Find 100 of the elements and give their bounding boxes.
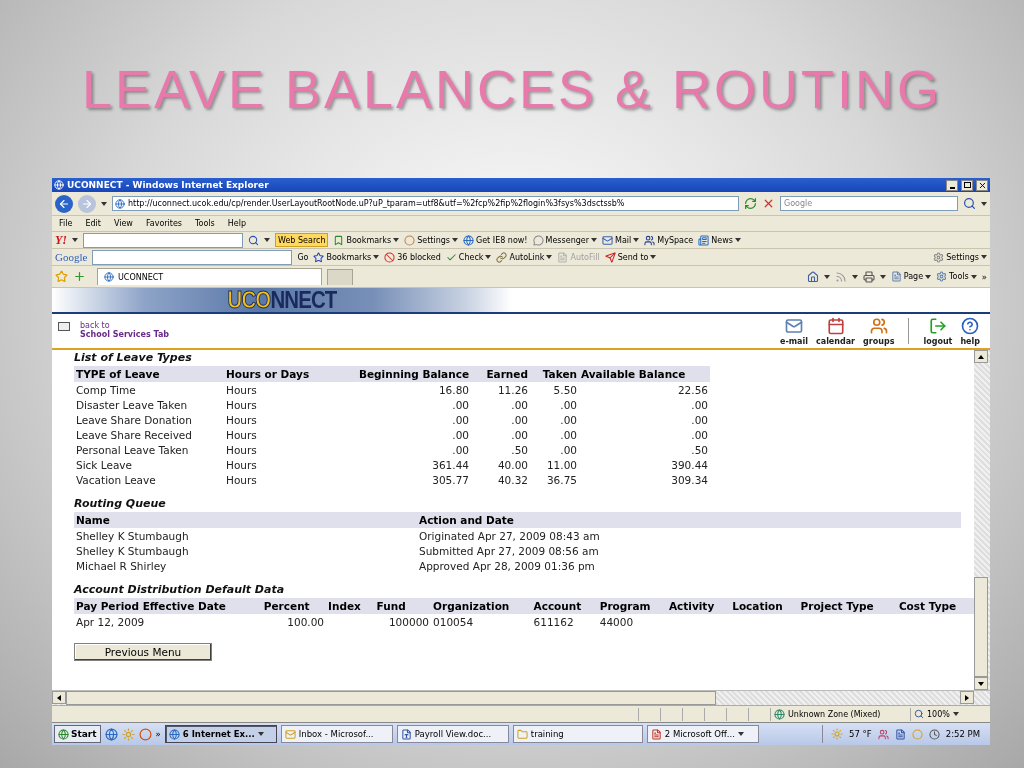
more-icons-button[interactable]: » (155, 729, 161, 739)
caret-icon[interactable] (72, 238, 78, 242)
gear-icon[interactable] (936, 271, 948, 282)
toolbar-item[interactable]: MySpace (657, 235, 694, 245)
bookmark-icon[interactable] (333, 234, 345, 246)
menu-item[interactable]: File (55, 219, 77, 228)
refresh-icon[interactable] (744, 197, 757, 210)
start-button[interactable]: Start (54, 725, 101, 743)
taskbar-button[interactable]: 6 Internet Ex... (164, 725, 277, 743)
address-field[interactable]: http://uconnect.ucok.edu/cp/render.UserLayoutRootNode.uP?uP_tparam=utf8&utf=%2fcp%2fip%2flogin%3fsys%3dsctssb% (112, 196, 739, 211)
toolbar-item[interactable]: Mail (615, 235, 640, 245)
nav-link[interactable]: logout (919, 316, 957, 346)
gear-icon[interactable] (933, 251, 945, 263)
blocked-icon[interactable] (384, 251, 396, 263)
toolbar-item[interactable]: 36 blocked (397, 252, 441, 262)
browser-icon[interactable] (104, 727, 118, 741)
home-icon[interactable] (806, 270, 819, 283)
close-button[interactable] (976, 179, 988, 191)
column-header: Index (326, 598, 375, 614)
google-search-field[interactable] (92, 249, 293, 265)
star-icon[interactable] (313, 251, 325, 263)
menu-item[interactable]: View (109, 219, 137, 228)
caret-icon[interactable] (981, 201, 987, 206)
tray-clock-icon[interactable] (928, 728, 940, 740)
caret-icon[interactable] (981, 255, 987, 259)
search-field[interactable]: Google (780, 196, 958, 211)
chat-icon[interactable] (532, 234, 544, 246)
toolbar-item[interactable]: News (711, 235, 741, 245)
back-button[interactable] (55, 194, 73, 213)
section-title: Routing Queue (74, 497, 167, 510)
taskbar-button[interactable]: Payroll View.doc... (396, 725, 509, 743)
taskbar-button[interactable]: 2 Microsoft Off... (646, 725, 759, 743)
link-icon[interactable] (496, 251, 508, 263)
toolbar-item[interactable]: Send to (617, 252, 657, 262)
table-cell-text: .00 (559, 412, 578, 427)
toolbar-item[interactable]: Bookmarks (346, 235, 400, 245)
menu-item[interactable]: Edit (81, 219, 105, 228)
print-icon[interactable] (862, 270, 875, 283)
send-icon[interactable] (604, 251, 616, 263)
nav-link[interactable]: calendar (812, 316, 860, 346)
vertical-scrollbar[interactable] (974, 350, 990, 690)
caret-icon[interactable] (851, 274, 858, 279)
caret-icon[interactable] (925, 274, 932, 279)
nav-link[interactable]: groups (859, 316, 899, 346)
yahoo-logo[interactable]: Y! (55, 232, 67, 248)
horizontal-scrollbar[interactable] (52, 690, 990, 705)
taskbar-button[interactable]: Inbox - Microsof... (280, 725, 393, 743)
people-icon[interactable] (644, 234, 656, 246)
caret-icon[interactable] (970, 274, 977, 279)
table-cell-text: .00 (559, 442, 578, 457)
toolbar-item[interactable]: Settings (417, 235, 458, 245)
menu-item[interactable]: Tools (191, 219, 219, 228)
caret-icon[interactable] (101, 201, 107, 206)
caret-icon[interactable] (952, 712, 959, 716)
toolbar-item[interactable]: AutoLink (509, 252, 553, 262)
zoom-level[interactable]: 100% (927, 709, 950, 719)
toolbar-item[interactable]: Get IE8 now! (476, 235, 528, 245)
back-link[interactable]: back to School Services Tab (80, 322, 170, 340)
globe-icon[interactable] (463, 234, 474, 246)
menu-item[interactable]: Help (223, 219, 250, 228)
menu-item[interactable]: Favorites (141, 219, 186, 228)
taskbar-button[interactable]: training (512, 725, 643, 743)
table-cell-text: .00 (510, 397, 529, 412)
search-icon[interactable] (963, 197, 976, 210)
table-cell-text: Shelley K Stumbaugh (75, 543, 190, 558)
yahoo-search-field[interactable] (83, 232, 243, 248)
column-header: Account (531, 598, 598, 614)
web-search-button[interactable]: Web Search (275, 233, 329, 247)
maximize-button[interactable] (961, 179, 973, 191)
go-button[interactable]: Go (297, 252, 309, 262)
check-icon[interactable] (445, 251, 457, 263)
envelope-icon (284, 728, 296, 740)
folder-icon (516, 728, 528, 740)
tray-app-icon[interactable] (894, 728, 906, 740)
caret-icon[interactable] (264, 238, 270, 242)
table-cell-text: Hours (225, 412, 258, 427)
add-favorite-icon[interactable] (73, 270, 86, 283)
toolbar-item[interactable]: Check (458, 252, 492, 262)
envelope-icon[interactable] (602, 234, 613, 246)
caret-icon[interactable] (823, 274, 830, 279)
browser-tab[interactable]: UCONNECT (97, 268, 322, 285)
tray-people-icon[interactable] (877, 728, 889, 740)
caret-icon[interactable] (879, 274, 886, 279)
search-icon[interactable] (248, 234, 259, 246)
toolbar-item[interactable]: Messenger (545, 235, 597, 245)
command-item[interactable]: Tools (949, 272, 969, 281)
column-header: Taken (530, 366, 579, 382)
previous-menu-button[interactable]: Previous Menu (74, 643, 212, 661)
toolbar-item[interactable]: Bookmarks (326, 252, 380, 262)
back-arrow-icon (58, 197, 70, 210)
nav-link[interactable]: e-mail (776, 316, 812, 346)
settings-menu[interactable]: Settings (946, 252, 979, 262)
command-item[interactable]: Page (903, 272, 924, 281)
minimize-button[interactable] (946, 179, 958, 191)
feeds-icon[interactable] (834, 270, 847, 283)
more-commands-button[interactable]: » (981, 271, 987, 282)
newspaper-icon[interactable] (698, 234, 710, 246)
stop-icon[interactable] (762, 197, 775, 210)
nav-link[interactable]: help (956, 316, 984, 346)
table-cell-text: Leave Share Received (75, 427, 193, 442)
